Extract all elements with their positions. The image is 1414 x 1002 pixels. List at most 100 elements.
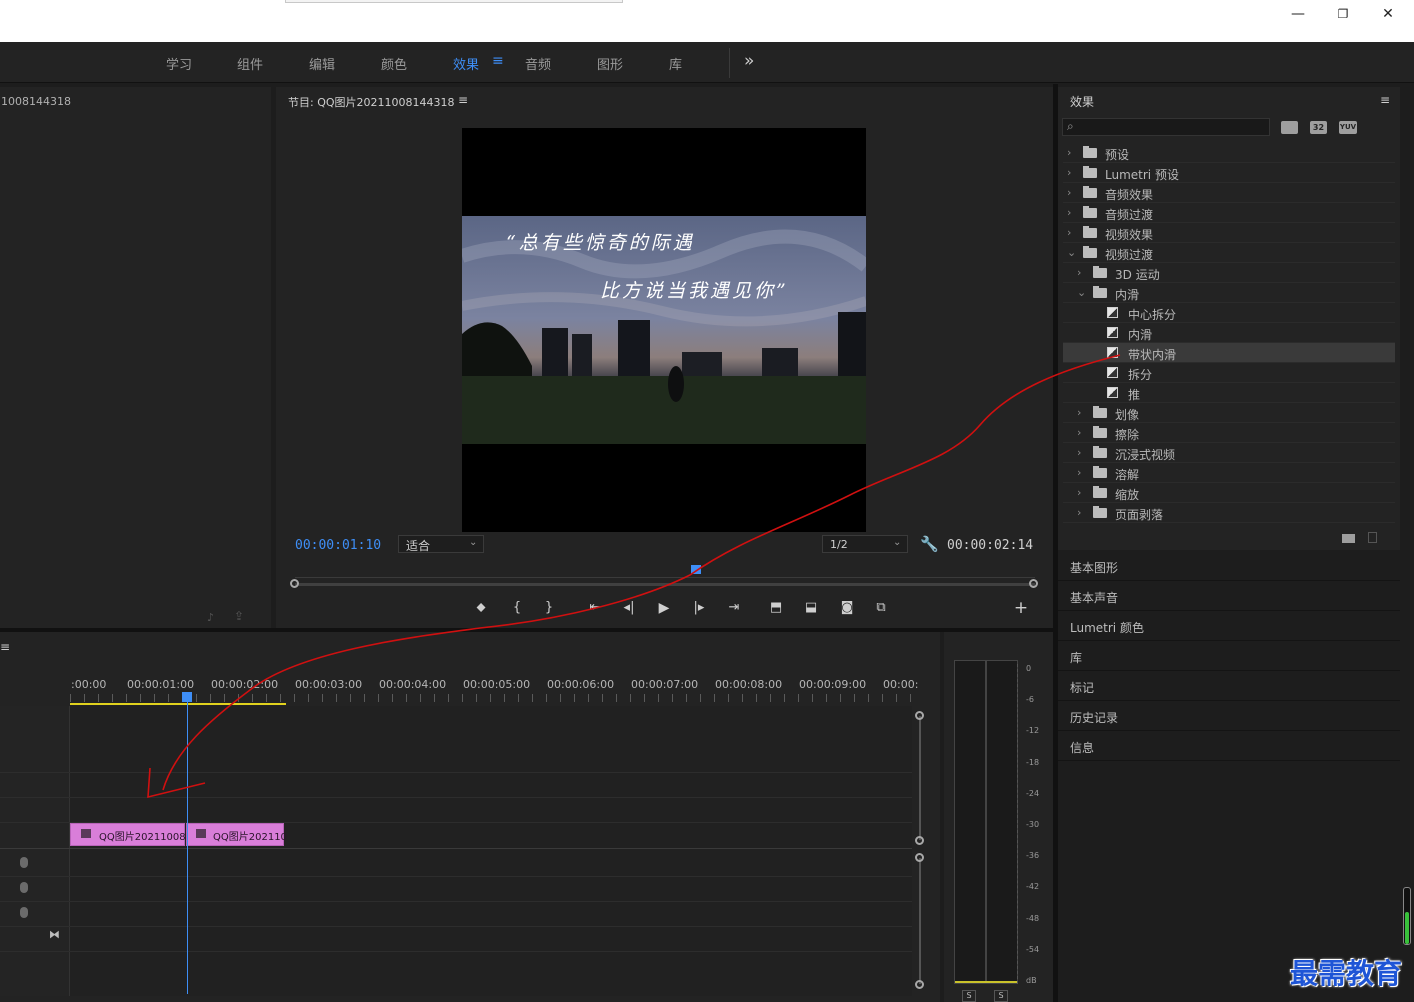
scroll-handle-top[interactable] xyxy=(915,711,924,720)
go-to-in-icon[interactable]: ⇤ xyxy=(586,600,604,615)
yuv-effects-icon[interactable]: YUV xyxy=(1339,121,1357,134)
export-frame-icon[interactable]: ⇪ xyxy=(234,609,244,623)
section-libraries[interactable]: 库 xyxy=(1058,641,1400,671)
workspace-tab-graphics[interactable]: 图形 xyxy=(597,54,623,73)
effects-tree-item[interactable]: 内滑 xyxy=(1063,323,1395,343)
new-bin-icon[interactable] xyxy=(1342,534,1355,543)
monitor-ruler[interactable] xyxy=(295,566,1035,578)
chevron-right-icon[interactable]: › xyxy=(1077,406,1081,419)
compare-view-icon[interactable]: ⧉ xyxy=(872,600,890,615)
timeline-clip[interactable]: QQ图片202110081 xyxy=(70,823,192,846)
section-essential-sound[interactable]: 基本声音 xyxy=(1058,581,1400,611)
chevron-right-icon[interactable]: › xyxy=(1077,446,1081,459)
step-forward-icon[interactable]: |▸ xyxy=(690,600,708,615)
fit-dropdown[interactable]: 适合 ⌄ xyxy=(398,535,484,553)
workspace-tab-editing[interactable]: 编辑 xyxy=(309,54,335,73)
chevron-right-icon[interactable]: › xyxy=(1067,186,1071,199)
effects-tree-item[interactable]: 中心拆分 xyxy=(1063,303,1395,323)
solo-left-button[interactable]: S xyxy=(962,990,976,1002)
solo-right-button[interactable]: S xyxy=(994,990,1008,1002)
effects-tree-item[interactable]: › 缩放 xyxy=(1063,483,1395,503)
effects-tree-item[interactable]: › Lumetri 预设 xyxy=(1063,163,1395,183)
go-to-out-icon[interactable]: ⇥ xyxy=(725,600,743,615)
chevron-right-icon[interactable]: › xyxy=(1077,506,1081,519)
trash-icon[interactable] xyxy=(1368,532,1377,543)
effects-tree-item[interactable]: › 划像 xyxy=(1063,403,1395,423)
section-info[interactable]: 信息 xyxy=(1058,731,1400,761)
timeline-menu-icon[interactable]: ≡ xyxy=(0,640,10,654)
timeline-playhead-line[interactable] xyxy=(187,700,188,994)
chevron-down-icon[interactable]: ⌄ xyxy=(1067,246,1076,259)
step-back-icon[interactable]: ◂| xyxy=(620,600,638,615)
add-button-icon[interactable]: + xyxy=(1012,598,1030,618)
timeline-clip[interactable]: QQ图片202110 xyxy=(186,823,287,846)
video-tracks-scrollbar[interactable] xyxy=(919,716,921,840)
accelerated-effects-icon[interactable] xyxy=(1281,121,1298,134)
extract-icon[interactable]: ⬓ xyxy=(802,600,820,615)
zoom-handle-right[interactable] xyxy=(1029,579,1038,588)
video-frame[interactable]: “总有些惊奇的际遇 比方说当我遇见你” xyxy=(462,128,866,532)
effects-tree-item[interactable]: ⌄ 内滑 xyxy=(1063,283,1395,303)
workspace-tab-audio[interactable]: 音频 xyxy=(525,54,551,73)
restore-button[interactable]: ❐ xyxy=(1328,4,1358,24)
insert-audio-icon[interactable]: ♪ xyxy=(207,611,214,624)
monitor-playhead[interactable] xyxy=(691,565,701,574)
section-essential-graphics[interactable]: 基本图形 xyxy=(1058,551,1400,581)
section-lumetri-color[interactable]: Lumetri 颜色 xyxy=(1058,611,1400,641)
add-marker-icon[interactable]: ⬥ xyxy=(472,600,490,615)
effects-tree-item[interactable]: › 音频过渡 xyxy=(1063,203,1395,223)
chevron-right-icon[interactable]: › xyxy=(1077,486,1081,499)
play-icon[interactable]: ▶ xyxy=(655,600,673,616)
chevron-right-icon[interactable]: › xyxy=(1077,466,1081,479)
monitor-zoom-bar[interactable] xyxy=(295,583,1035,586)
workspace-tab-color[interactable]: 颜色 xyxy=(381,54,407,73)
effects-tree-item[interactable]: 推 xyxy=(1063,383,1395,403)
chevron-right-icon[interactable]: › xyxy=(1067,206,1071,219)
scroll-handle-top[interactable] xyxy=(915,853,924,862)
voiceover-mic-icon[interactable] xyxy=(20,857,28,868)
zoom-handle-left[interactable] xyxy=(290,579,299,588)
resolution-dropdown[interactable]: 1/2 ⌄ xyxy=(822,535,908,553)
chevron-right-icon[interactable]: › xyxy=(1067,146,1071,159)
workspace-tab-assembly[interactable]: 组件 xyxy=(237,54,263,73)
effects-tree-item[interactable]: 拆分 xyxy=(1063,363,1395,383)
mark-in-icon[interactable]: { xyxy=(508,600,526,615)
chevron-right-icon[interactable]: › xyxy=(1067,226,1071,239)
track-area[interactable] xyxy=(70,706,912,996)
chevron-right-icon[interactable]: › xyxy=(1077,426,1081,439)
mark-out-icon[interactable]: } xyxy=(540,600,558,615)
effects-tree-item[interactable]: › 音频效果 xyxy=(1063,183,1395,203)
playhead-timecode[interactable]: 00:00:01:10 xyxy=(295,538,381,553)
effects-tree-item[interactable]: 带状内滑 xyxy=(1063,343,1395,363)
workspace-overflow-icon[interactable]: » xyxy=(744,51,754,71)
scroll-handle-bottom[interactable] xyxy=(915,836,924,845)
workspace-tab-learn[interactable]: 学习 xyxy=(166,54,192,73)
voiceover-mic-icon[interactable] xyxy=(20,882,28,893)
scroll-handle-bottom[interactable] xyxy=(915,980,924,989)
workspace-tab-effects[interactable]: 效果 xyxy=(453,54,479,73)
effects-search-input[interactable]: ⌕ xyxy=(1062,118,1270,136)
effects-tree-item[interactable]: › 视频效果 xyxy=(1063,223,1395,243)
effects-panel-menu-icon[interactable]: ≡ xyxy=(1380,93,1390,107)
export-frame-camera-icon[interactable]: ◙ xyxy=(838,600,856,615)
effects-tree-item[interactable]: › 3D 运动 xyxy=(1063,263,1395,283)
minimize-button[interactable]: — xyxy=(1283,4,1313,24)
lift-icon[interactable]: ⬒ xyxy=(767,600,785,615)
wrench-icon[interactable]: 🔧 xyxy=(920,535,939,553)
section-history[interactable]: 历史记录 xyxy=(1058,701,1400,731)
effects-tree-item[interactable]: › 擦除 xyxy=(1063,423,1395,443)
chevron-right-icon[interactable]: › xyxy=(1077,266,1081,279)
effects-tree-item[interactable]: ⌄ 视频过渡 xyxy=(1063,243,1395,263)
32bit-effects-icon[interactable]: 32 xyxy=(1310,121,1327,134)
section-markers[interactable]: 标记 xyxy=(1058,671,1400,701)
workspace-menu-icon[interactable]: ≡ xyxy=(492,53,504,69)
effects-panel-title[interactable]: 效果 xyxy=(1070,93,1094,110)
voiceover-mic-icon[interactable] xyxy=(20,907,28,918)
workspace-tab-libraries[interactable]: 库 xyxy=(669,54,682,73)
chevron-right-icon[interactable]: › xyxy=(1067,166,1071,179)
chevron-down-icon[interactable]: ⌄ xyxy=(1077,286,1086,299)
program-monitor-menu-icon[interactable]: ≡ xyxy=(458,93,468,107)
work-area-bar[interactable] xyxy=(70,703,286,705)
effects-tree-item[interactable]: › 预设 xyxy=(1063,143,1395,163)
close-button[interactable]: ✕ xyxy=(1373,4,1403,24)
